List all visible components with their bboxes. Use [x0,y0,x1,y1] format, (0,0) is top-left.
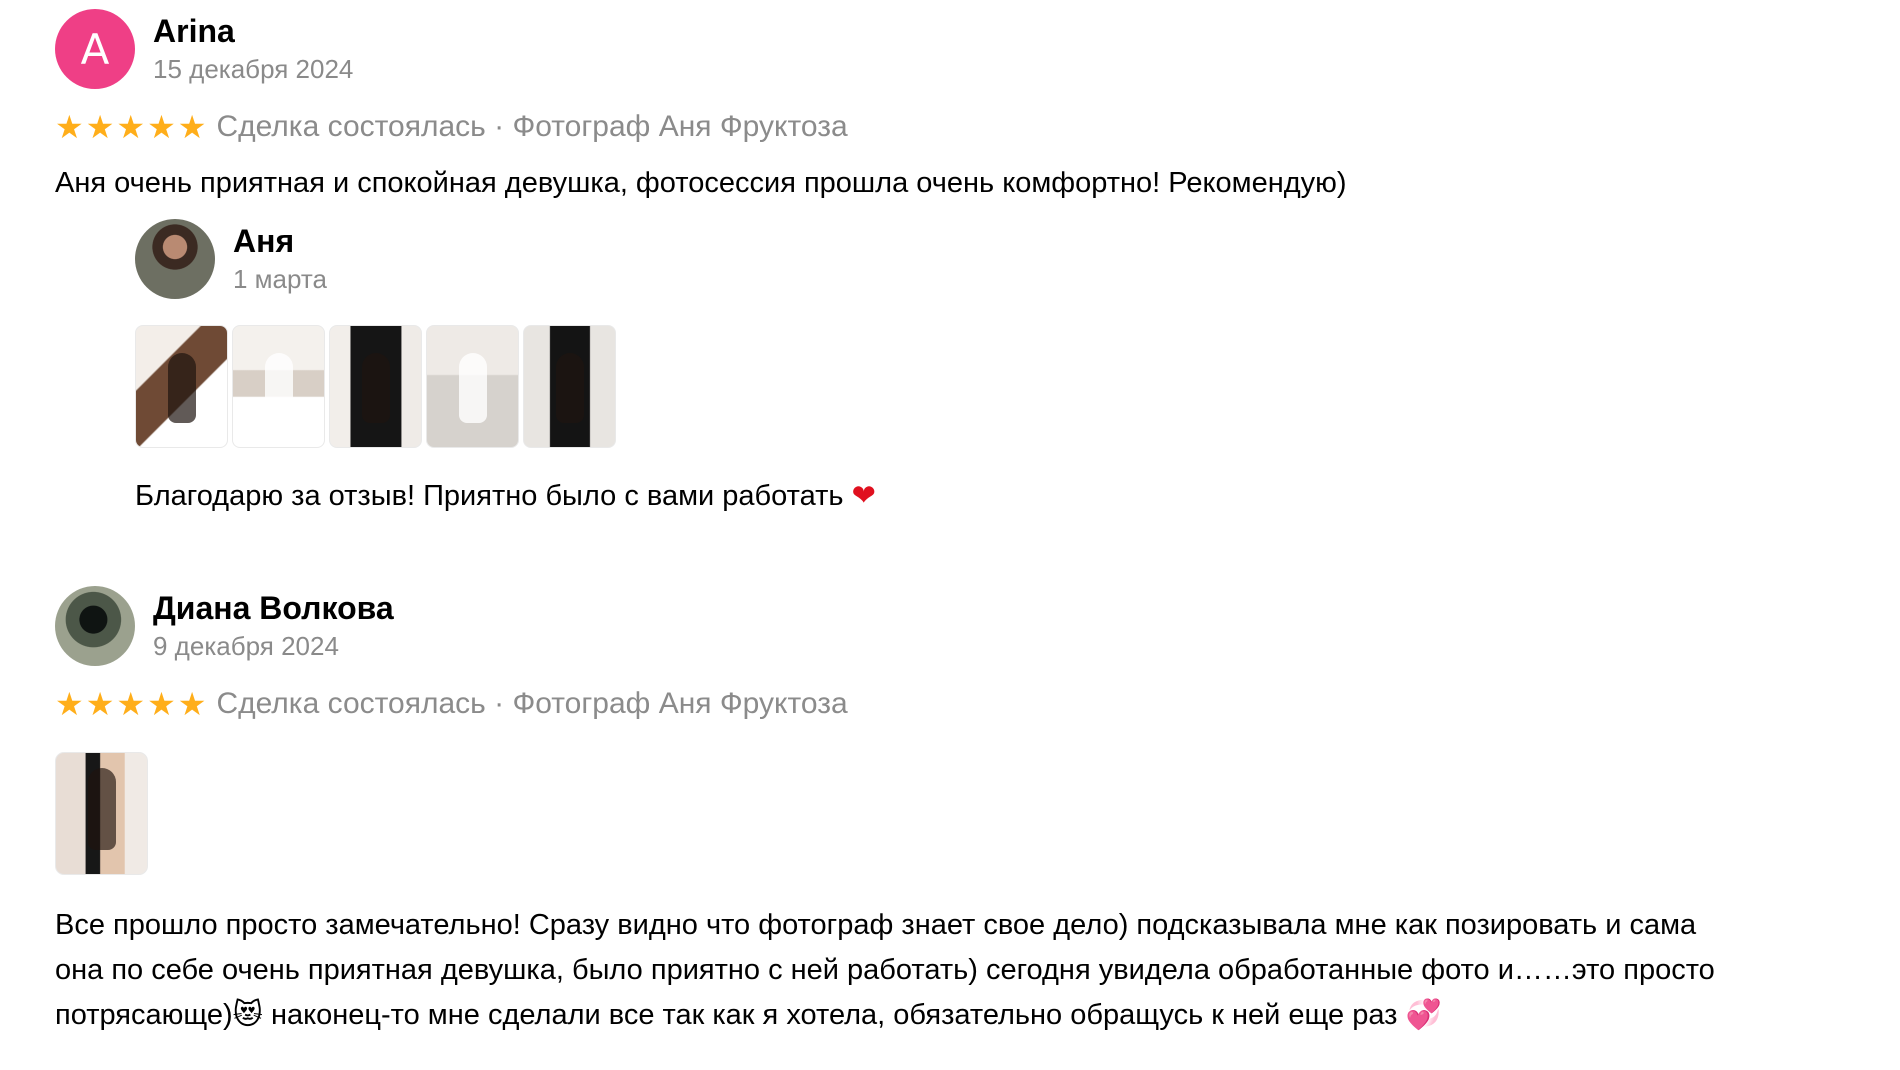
star-icon: ★ [85,685,115,723]
author-meta: Arina 15 декабря 2024 [153,12,353,86]
gallery-photo[interactable] [232,325,325,448]
reply-author-name[interactable]: Аня [233,222,327,260]
star-icon: ★ [55,685,84,723]
review-date: 15 декабря 2024 [153,54,354,84]
photo-subject [361,352,390,423]
review-text: Все прошло просто замечательно! Сразу ви… [55,909,1715,1031]
star-icon: ★ [116,108,146,146]
star-icon: ★ [177,685,207,723]
reply-photo-gallery [135,325,1035,448]
photo-subject [167,352,196,423]
photographer-reply: Аня 1 марта Благодарю за отзыв! Приятно … [135,218,1035,518]
author-meta: Диана Волкова 9 декабря 2024 [153,589,394,663]
review-header: A Arina 15 декабря 2024 [55,8,1845,90]
reply-author-meta: Аня 1 марта [233,222,327,296]
deal-status: Сделка состоялась · Фотограф Аня Фруктоз… [216,687,848,720]
avatar[interactable]: A [55,9,135,89]
review-text: Аня очень приятная и спокойная девушка, … [55,167,1347,199]
review-header: Диана Волкова 9 декабря 2024 [55,585,1845,667]
heart-emoji-icon: ❤ [851,478,876,512]
star-icon: ★ [147,685,176,723]
reply-header: Аня 1 марта [135,218,1035,300]
photo-subject [555,352,584,423]
review-card-diana: Диана Волкова 9 декабря 2024 ★ ★ ★ ★ ★ С… [55,585,1845,1038]
reply-date: 1 марта [233,264,327,294]
gallery-photo[interactable] [135,325,228,448]
reviews-page: A Arina 15 декабря 2024 ★ ★ ★ ★ ★ Сделка… [0,0,1900,1070]
star-icon: ★ [55,108,84,146]
star-icon: ★ [177,108,207,146]
rating-line: ★ ★ ★ ★ ★ Сделка состоялась · Фотограф А… [55,685,1845,723]
reply-text: Благодарю за отзыв! Приятно было с вами … [135,480,844,512]
avatar[interactable] [55,586,135,666]
review-card-arina: A Arina 15 декабря 2024 ★ ★ ★ ★ ★ Сделка… [55,8,1845,206]
review-photo[interactable] [55,752,148,875]
author-name[interactable]: Arina [153,12,353,50]
rating-stars: ★ ★ ★ ★ ★ [55,111,206,143]
gallery-photo[interactable] [426,325,519,448]
photo-subject [264,352,293,423]
rating-line: ★ ★ ★ ★ ★ Сделка состоялась · Фотограф А… [55,108,1845,146]
star-icon: ★ [116,685,146,723]
deal-status: Сделка состоялась · Фотограф Аня Фруктоз… [216,110,848,143]
photo-subject [87,767,116,850]
gallery-photo[interactable] [329,325,422,448]
reply-text-line: Благодарю за отзыв! Приятно было с вами … [135,473,1035,518]
author-name[interactable]: Диана Волкова [153,589,394,627]
gallery-photo[interactable] [523,325,616,448]
review-date: 9 декабря 2024 [153,631,339,661]
photo-subject [458,352,487,423]
star-icon: ★ [85,108,115,146]
reply-avatar[interactable] [135,219,215,299]
rating-stars: ★ ★ ★ ★ ★ [55,688,206,720]
star-icon: ★ [147,108,176,146]
